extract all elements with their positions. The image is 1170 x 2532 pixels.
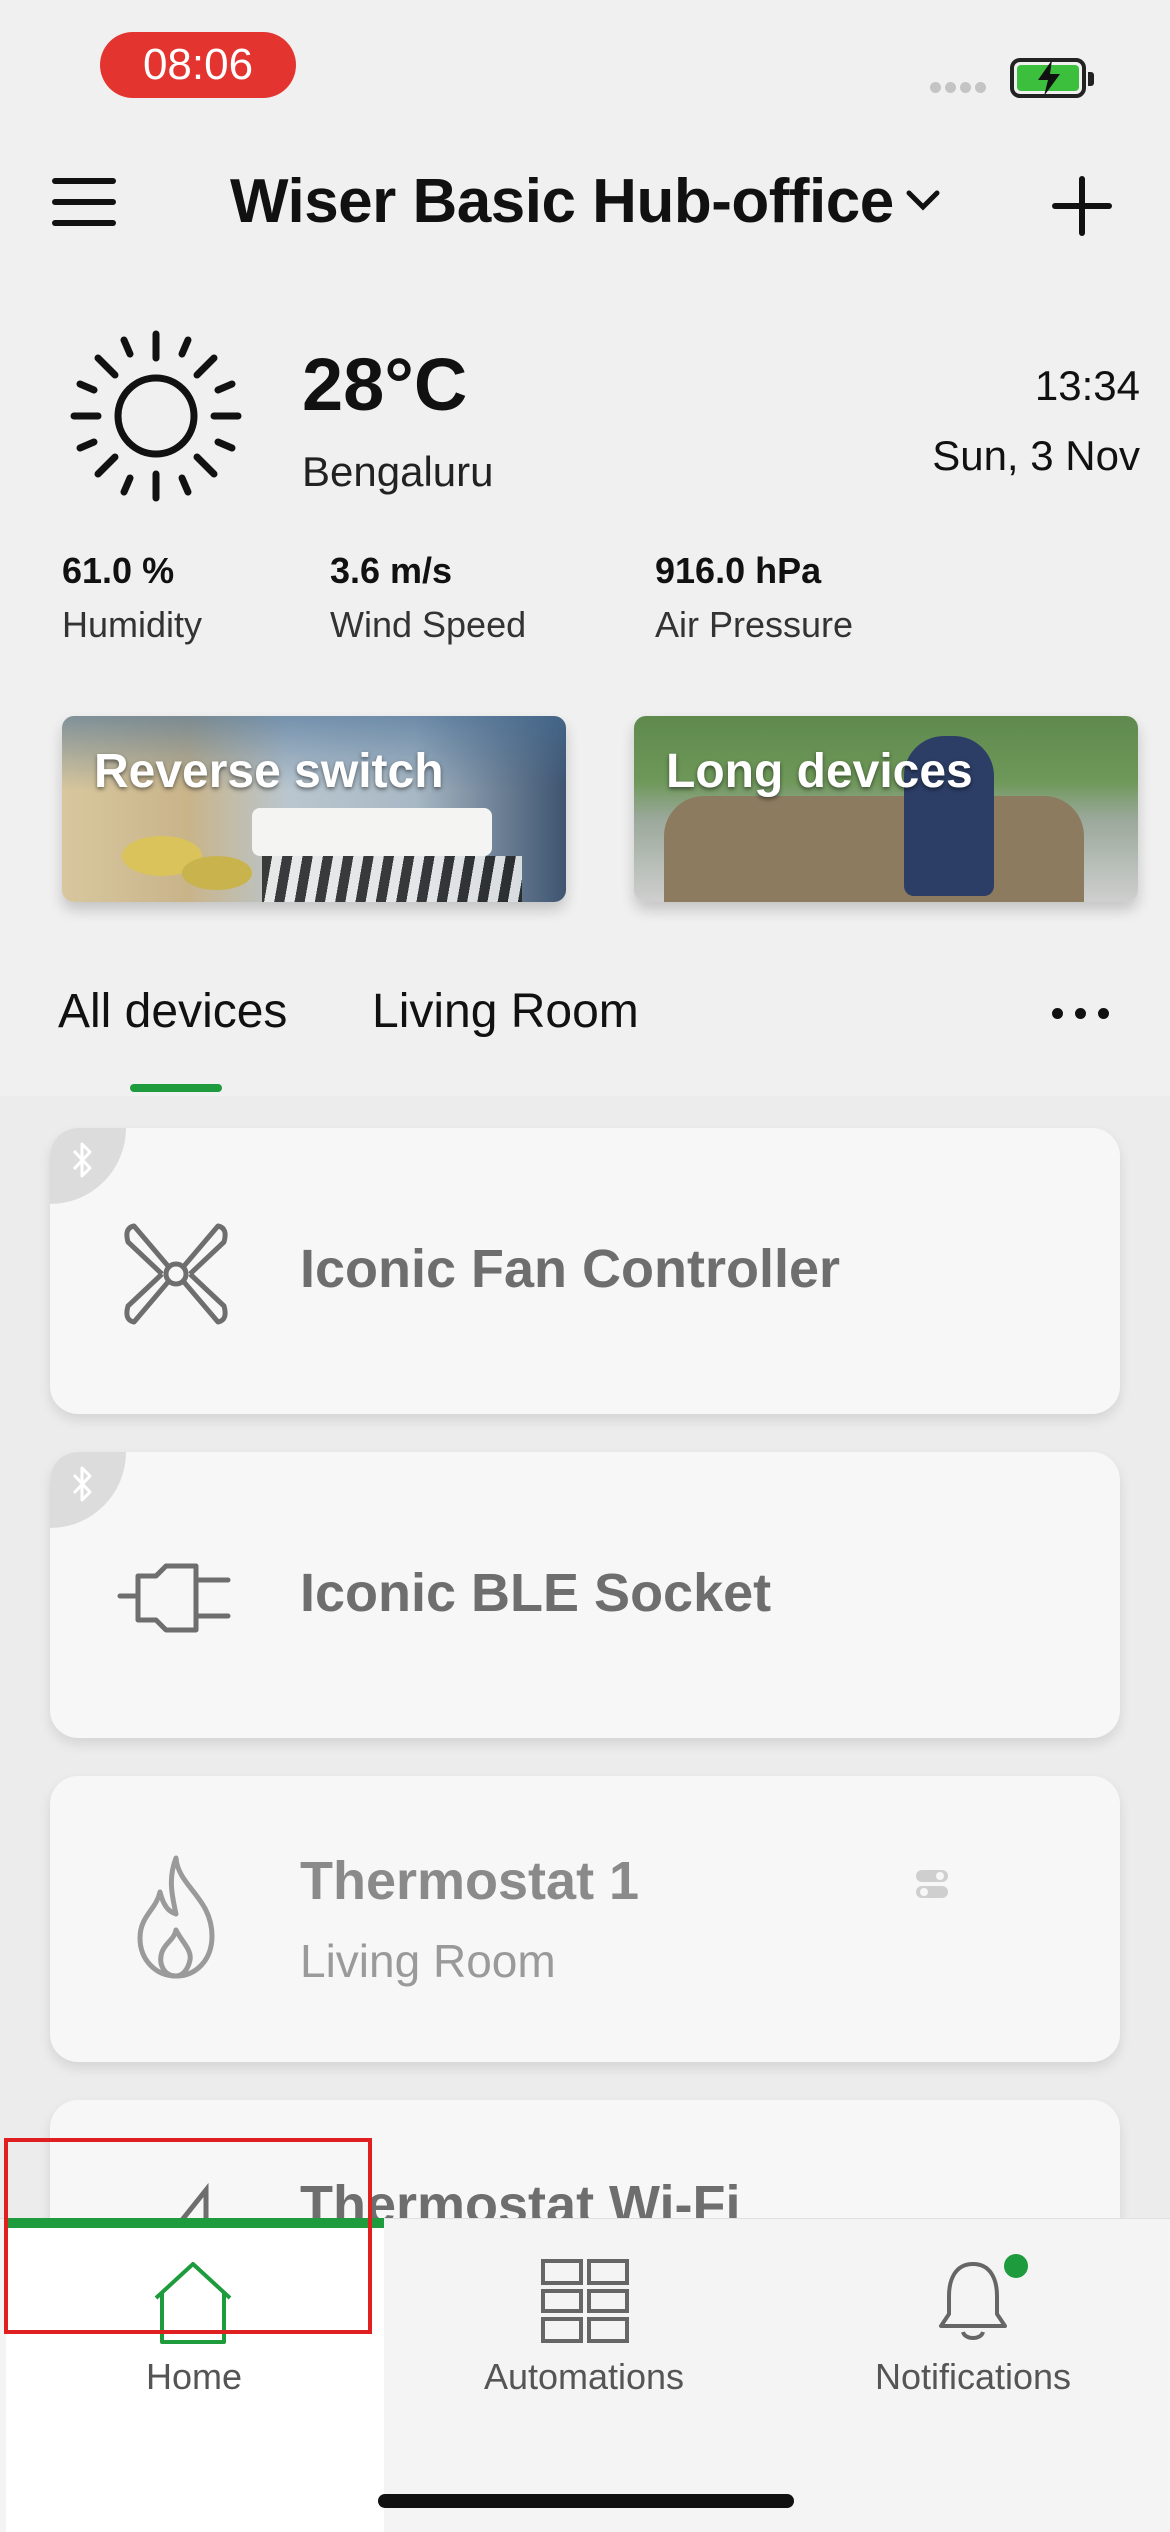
air-pressure-value: 916.0 hPa	[655, 550, 822, 591]
fan-icon	[116, 1214, 236, 1339]
humidity-label: Humidity	[62, 604, 203, 645]
bell-icon[interactable]	[935, 2258, 1011, 2349]
nav-notifications-label[interactable]: Notifications	[823, 2356, 1123, 2398]
scene-card-reverse-switch[interactable]: Reverse switch	[62, 716, 566, 902]
device-name: Iconic BLE Socket	[300, 1563, 772, 1623]
device-room: Living Room	[300, 1935, 556, 1987]
air-pressure-label: Air Pressure	[655, 604, 854, 645]
add-icon[interactable]	[1052, 176, 1112, 236]
scene-label: Long devices	[666, 745, 973, 798]
signal-icon	[930, 80, 994, 94]
highlight-box	[4, 2138, 372, 2334]
tab-living-room[interactable]: Living Room	[372, 984, 639, 1039]
device-card-fan-controller[interactable]: Iconic Fan Controller	[50, 1128, 1120, 1414]
chevron-down-icon[interactable]	[906, 190, 940, 217]
active-tab-indicator	[130, 1084, 222, 1092]
grid-icon[interactable]	[540, 2258, 630, 2349]
home-indicator	[378, 2494, 794, 2508]
humidity-value: 61.0 %	[62, 550, 175, 591]
sun-icon	[66, 326, 246, 511]
plug-icon	[116, 1538, 236, 1663]
weather-time: 13:34	[1034, 362, 1140, 409]
city-name: Bengaluru	[302, 448, 494, 495]
hub-selector-title[interactable]: Wiser Basic Hub-office	[230, 166, 894, 237]
nav-automations-label[interactable]: Automations	[434, 2356, 734, 2398]
temperature: 28°C	[302, 343, 468, 426]
bluetooth-icon	[50, 1128, 126, 1204]
more-options-icon[interactable]	[1052, 1006, 1121, 1024]
toggle-icon[interactable]	[912, 1866, 952, 1907]
menu-icon[interactable]	[52, 178, 116, 226]
device-card-thermostat-1[interactable]: Thermostat 1 Living Room	[50, 1776, 1120, 2062]
device-card-ble-socket[interactable]: Iconic BLE Socket	[50, 1452, 1120, 1738]
flame-icon	[116, 1852, 236, 1987]
status-time: 08:06	[100, 32, 296, 98]
tab-all-devices[interactable]: All devices	[58, 984, 287, 1039]
nav-home-label[interactable]: Home	[44, 2356, 344, 2398]
scene-card-long-devices[interactable]: Long devices	[634, 716, 1138, 902]
notification-badge	[1004, 2254, 1028, 2278]
device-name: Thermostat 1	[300, 1851, 640, 1911]
wind-speed-label: Wind Speed	[330, 604, 527, 645]
wind-speed-value: 3.6 m/s	[330, 550, 453, 591]
scene-label: Reverse switch	[94, 745, 444, 798]
device-name: Iconic Fan Controller	[300, 1239, 841, 1299]
bluetooth-icon	[50, 1452, 126, 1528]
weather-date: Sun, 3 Nov	[932, 432, 1140, 479]
battery-icon	[1010, 58, 1094, 98]
